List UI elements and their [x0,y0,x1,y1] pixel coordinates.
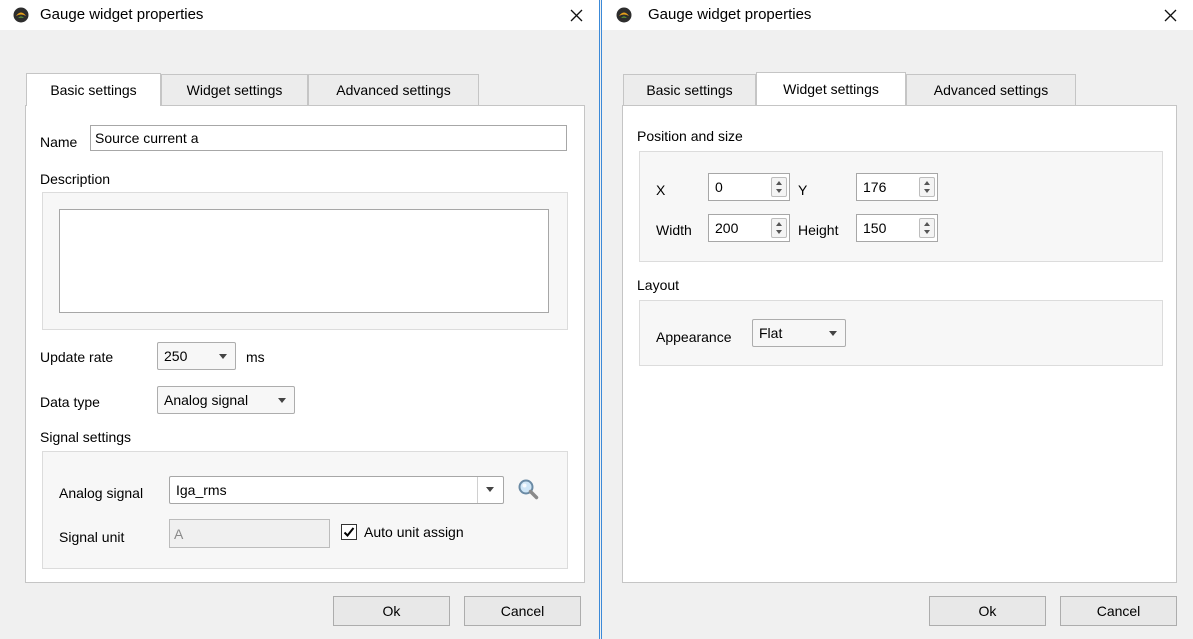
widget-settings-panel: Position and size X 0 Y 176 Width 200 He… [622,105,1177,583]
auto-unit-label: Auto unit assign [364,524,464,540]
close-icon [1164,9,1176,21]
close-icon [570,9,582,21]
spin-arrows-icon[interactable] [771,218,787,238]
cancel-button[interactable]: Cancel [1060,596,1177,626]
tab-widget-settings[interactable]: Widget settings [161,74,308,105]
chevron-down-icon [219,354,227,359]
height-spinbox[interactable]: 150 [856,214,938,242]
cancel-button[interactable]: Cancel [464,596,581,626]
x-label: X [656,182,666,198]
window-title: Gauge widget properties [648,6,812,23]
spin-arrows-icon[interactable] [771,177,787,197]
position-size-group: X 0 Y 176 Width 200 Height 150 [639,151,1163,262]
spin-arrows-icon[interactable] [919,218,935,238]
x-spinbox[interactable]: 0 [708,173,790,201]
name-label: Name [40,134,78,150]
tab-basic-settings[interactable]: Basic settings [26,73,161,106]
tab-widget-settings[interactable]: Widget settings [756,72,906,105]
y-label: Y [798,182,808,198]
tab-advanced-settings[interactable]: Advanced settings [906,74,1076,105]
signal-settings-label: Signal settings [40,429,132,445]
left-dialog: Gauge widget properties Basic settings W… [0,0,600,639]
data-type-select[interactable]: Analog signal [157,386,295,414]
tab-advanced-settings[interactable]: Advanced settings [308,74,479,105]
description-textarea[interactable] [59,209,549,313]
chevron-down-icon [829,331,837,336]
name-input[interactable] [90,125,567,151]
layout-label: Layout [637,277,680,293]
spin-arrows-icon[interactable] [919,177,935,197]
search-icon[interactable] [517,478,539,500]
basic-settings-panel: Name Description Update rate 250 ms Data… [25,105,585,583]
analog-signal-select[interactable]: Iga_rms [169,476,504,504]
signal-unit-input[interactable] [169,519,330,548]
width-label: Width [656,222,692,238]
data-type-label: Data type [40,394,100,410]
tab-basic-settings[interactable]: Basic settings [623,74,756,105]
update-rate-select[interactable]: 250 [157,342,236,370]
close-button[interactable] [553,0,599,30]
analog-signal-label: Analog signal [59,485,144,501]
description-label: Description [40,171,111,187]
auto-unit-checkbox[interactable] [341,524,357,540]
app-icon [13,7,29,23]
update-rate-label: Update rate [40,349,114,365]
chevron-down-icon [486,487,494,492]
title-bar: Gauge widget properties [0,0,599,30]
check-icon [343,527,355,537]
ok-button[interactable]: Ok [929,596,1046,626]
right-dialog: Gauge widget properties Basic settings W… [601,0,1193,639]
height-label: Height [798,222,839,238]
window-title: Gauge widget properties [40,6,204,23]
title-bar: Gauge widget properties [602,0,1193,30]
chevron-down-icon [278,398,286,403]
position-size-label: Position and size [637,128,743,144]
width-spinbox[interactable]: 200 [708,214,790,242]
appearance-select[interactable]: Flat [752,319,846,347]
layout-group: Appearance Flat [639,300,1163,366]
ok-button[interactable]: Ok [333,596,450,626]
y-spinbox[interactable]: 176 [856,173,938,201]
signal-unit-label: Signal unit [59,529,125,545]
signal-settings-group: Analog signal Iga_rms Signal unit Auto u… [42,451,568,569]
update-rate-unit: ms [246,349,265,365]
description-group [42,192,568,330]
app-icon [616,7,632,23]
close-button[interactable] [1147,0,1193,30]
appearance-label: Appearance [656,329,732,345]
